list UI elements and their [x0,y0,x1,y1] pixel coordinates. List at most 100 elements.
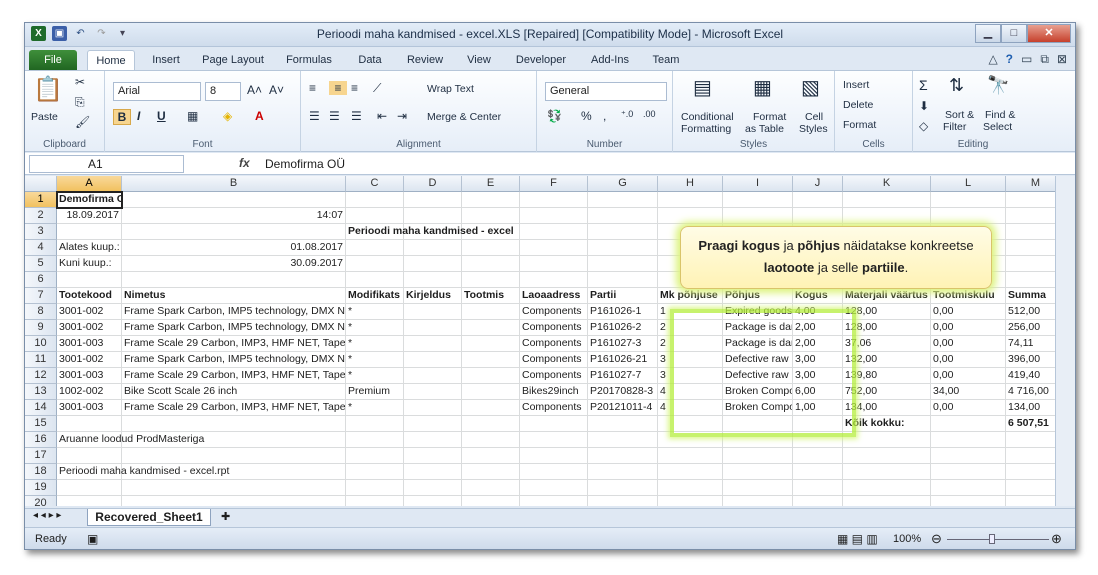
table-data-cell[interactable]: Frame Scale 29 Carbon, IMP3, HMF NET, Ta… [122,400,346,416]
table-data-cell[interactable] [462,336,520,352]
cell[interactable] [462,464,520,480]
table-data-cell[interactable]: 4 716,00 [1006,384,1055,400]
find-select-icon[interactable]: 🔭 [987,75,1009,96]
row-header-12[interactable]: 12 [25,368,57,384]
cell[interactable] [931,448,1006,464]
table-data-cell[interactable] [404,320,462,336]
cell[interactable] [588,272,658,288]
table-data-cell[interactable]: 0,00 [931,400,1006,416]
cell[interactable] [462,496,520,506]
number-format-select[interactable]: General [545,82,667,101]
cell[interactable] [793,192,843,208]
cell[interactable] [843,464,931,480]
cell[interactable] [588,480,658,496]
table-data-cell[interactable]: Frame Spark Carbon, IMP5 technology, DMX… [122,304,346,320]
cell[interactable] [462,208,520,224]
cell[interactable] [588,192,658,208]
window-restore-icon[interactable]: ⧉ [1040,52,1049,67]
table-data-cell[interactable]: Components [520,304,588,320]
cell[interactable] [843,208,931,224]
tab-formulas[interactable]: Formulas [281,50,337,71]
grow-font-icon[interactable]: A˄ [247,83,262,97]
table-header-cell[interactable]: Laoaadress [520,288,588,304]
cell[interactable] [931,480,1006,496]
format-as-table-icon[interactable]: ▦ [753,75,772,100]
total-label-cell[interactable]: Kõik kokku: [843,416,983,432]
table-data-cell[interactable]: P20170828-3 [588,384,658,400]
cell[interactable] [520,464,588,480]
cell[interactable] [122,496,346,506]
cell[interactable] [793,448,843,464]
format-cells-button[interactable]: Format [843,119,876,131]
cell[interactable] [404,480,462,496]
table-data-cell[interactable]: P161027-3 [588,336,658,352]
tab-team[interactable]: Team [645,50,687,71]
row-header-6[interactable]: 6 [25,272,57,288]
table-data-cell[interactable]: 3001-002 [57,320,122,336]
row-header-17[interactable]: 17 [25,448,57,464]
font-size-select[interactable]: 8 [205,82,241,101]
table-data-cell[interactable]: Components [520,368,588,384]
row-header-8[interactable]: 8 [25,304,57,320]
cell[interactable] [1006,480,1055,496]
cell[interactable] [520,240,588,256]
table-data-cell[interactable]: Frame Spark Carbon, IMP5 technology, DMX… [122,320,346,336]
table-header-cell[interactable]: Partii [588,288,658,304]
cell[interactable] [1006,208,1055,224]
cell[interactable] [404,464,462,480]
italic-button[interactable]: I [137,109,140,123]
table-data-cell[interactable] [462,320,520,336]
shrink-font-icon[interactable]: A˅ [269,83,284,97]
view-normal-icon[interactable]: ▦ ▤ ▥ [837,532,878,546]
cell[interactable] [588,416,658,432]
zoom-in-icon[interactable]: ⊕ [1051,531,1062,547]
format-as-label[interactable]: Format [753,111,786,123]
tab-file[interactable]: File [29,50,77,71]
table-data-cell[interactable]: P161027-7 [588,368,658,384]
help-icon[interactable]: ? [1006,52,1013,67]
table-data-cell[interactable]: 0,00 [931,368,1006,384]
from-date-value[interactable]: 01.08.2017 [122,240,346,256]
cell[interactable] [931,464,1006,480]
cell[interactable] [346,496,404,506]
cell[interactable] [346,208,404,224]
table-header-cell[interactable]: Modifikats [346,288,404,304]
align-bottom-icon[interactable]: ≡ [351,81,358,95]
copy-icon[interactable]: ⎘ [75,95,85,110]
cell[interactable] [588,496,658,506]
column-header-j[interactable]: J [793,176,843,192]
sort-filter-icon[interactable]: ⇅ [949,75,964,96]
cell[interactable] [793,496,843,506]
cell[interactable] [57,272,122,288]
cell[interactable] [404,416,462,432]
to-date-value[interactable]: 30.09.2017 [122,256,346,272]
cell[interactable] [57,224,122,240]
merge-center-button[interactable]: Merge & Center [427,111,501,123]
cell[interactable] [346,240,404,256]
cell[interactable] [658,448,723,464]
cell[interactable] [843,448,931,464]
row-header-7[interactable]: 7 [25,288,57,304]
zoom-level[interactable]: 100% [893,533,921,545]
table-data-cell[interactable]: 0,00 [931,320,1006,336]
cell[interactable] [122,448,346,464]
table-header-cell[interactable]: Summa [1006,288,1055,304]
column-header-k[interactable]: K [843,176,931,192]
cell[interactable] [723,448,793,464]
table-data-cell[interactable]: 128,00 [843,304,931,320]
table-data-cell[interactable]: * [346,304,404,320]
table-data-cell[interactable]: Components [520,400,588,416]
align-center-icon[interactable]: ☰ [329,109,340,123]
zoom-out-icon[interactable]: ⊖ [931,531,942,547]
borders-icon[interactable]: ▦ [187,109,198,123]
select-all-corner[interactable] [25,176,57,192]
tab-insert[interactable]: Insert [143,50,189,71]
table-data-cell[interactable] [404,368,462,384]
table-data-cell[interactable]: Components [520,320,588,336]
table-data-cell[interactable]: 256,00 [1006,320,1055,336]
table-header-cell[interactable]: Kogus [793,288,843,304]
cell[interactable] [346,480,404,496]
format-painter-icon[interactable]: 🖌 [75,115,90,129]
cell[interactable] [658,480,723,496]
row-header-15[interactable]: 15 [25,416,57,432]
